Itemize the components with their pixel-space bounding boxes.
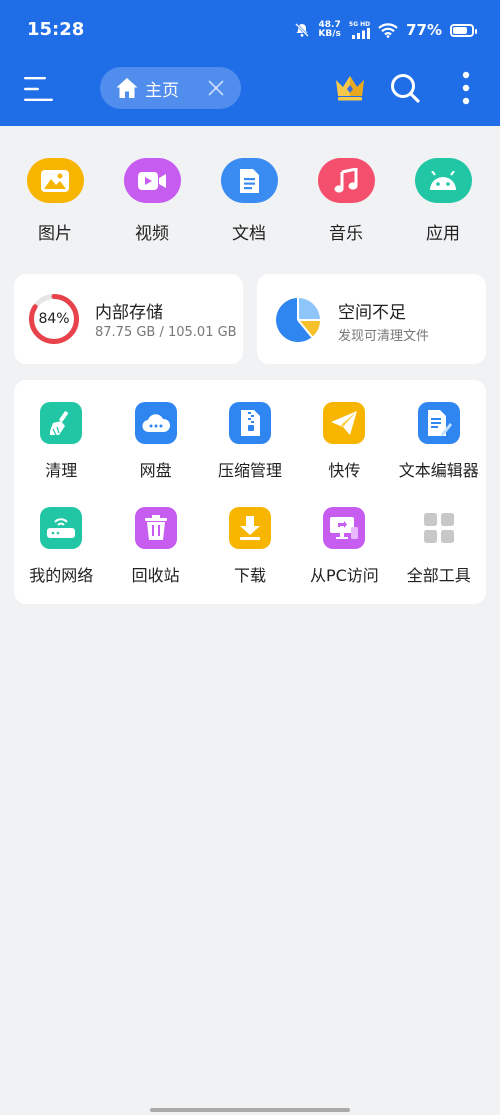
- cellular-signal: 5G HD: [349, 21, 371, 39]
- tool-icon-bg: [418, 507, 460, 549]
- tool-icon-bg: [228, 402, 271, 444]
- tool-icon-bg: [134, 507, 177, 549]
- image-icon: [41, 169, 69, 192]
- tool-icon-bg: [417, 402, 460, 444]
- category-row: 图片 视频 文档 音乐 应用: [0, 158, 500, 248]
- category-label: 应用: [426, 224, 460, 244]
- tool-cloud-drive[interactable]: 网盘: [108, 402, 202, 481]
- menu-icon[interactable]: [24, 76, 54, 102]
- tool-icon-bg: [40, 507, 83, 549]
- battery-icon: [450, 23, 477, 37]
- category-images[interactable]: 图片: [26, 158, 84, 248]
- tool-label: 下载: [233, 566, 266, 585]
- tool-my-network[interactable]: 我的网络: [14, 507, 108, 586]
- category-apps[interactable]: 应用: [414, 158, 472, 248]
- trash-icon: [144, 515, 167, 540]
- tool-icon-bg: [323, 507, 366, 549]
- tools-grid: 清理 网盘 压缩管理 快传 文本编辑器 我的网络 回收站 下载 从PC访问 全部…: [14, 402, 486, 586]
- tool-icon-bg: [134, 402, 177, 444]
- tool-pc-access[interactable]: 从PC访问: [297, 507, 391, 586]
- net-speed: 48.7 KB/s: [318, 21, 340, 39]
- low-space-card[interactable]: 空间不足 发现可清理文件: [257, 274, 486, 364]
- tool-recycle-bin[interactable]: 回收站: [108, 507, 202, 586]
- home-tab[interactable]: 主页: [100, 67, 241, 109]
- storage-title: 内部存储: [95, 303, 163, 323]
- wifi-icon: [378, 22, 398, 38]
- vip-crown-icon[interactable]: [334, 72, 366, 102]
- broom-icon: [50, 411, 69, 436]
- category-music[interactable]: 音乐: [317, 158, 375, 248]
- tool-label: 网盘: [139, 461, 172, 480]
- tool-label: 压缩管理: [217, 461, 282, 480]
- document-icon: [240, 168, 259, 193]
- paper-plane-icon: [331, 411, 358, 435]
- more-options-icon[interactable]: [455, 71, 477, 105]
- tool-icon-bg: [323, 402, 366, 444]
- tool-label: 清理: [45, 461, 78, 480]
- tool-label: 我的网络: [29, 566, 94, 585]
- tool-icon-bg: [228, 507, 271, 549]
- tool-label: 回收站: [131, 566, 180, 585]
- signal-bars-icon: [352, 27, 371, 39]
- home-icon: [116, 78, 138, 98]
- all-tools-icon: [423, 513, 454, 543]
- pc-access-icon: [330, 517, 359, 539]
- category-icon-bg: [414, 158, 472, 203]
- storage-usage: 87.75 GB / 105.01 GB: [95, 325, 237, 340]
- text-editor-icon: [427, 410, 452, 436]
- battery-percent: 77%: [406, 21, 442, 39]
- category-label: 视频: [135, 224, 169, 244]
- status-time: 15:28: [27, 19, 85, 40]
- zip-icon: [240, 410, 260, 436]
- android-icon: [430, 170, 456, 190]
- music-icon: [334, 167, 358, 193]
- tool-compression[interactable]: 压缩管理: [203, 402, 297, 481]
- tool-text-editor[interactable]: 文本编辑器: [392, 402, 486, 481]
- close-icon[interactable]: [206, 78, 226, 98]
- video-icon: [138, 171, 166, 190]
- tools-card: 清理 网盘 压缩管理 快传 文本编辑器 我的网络 回收站 下载 从PC访问 全部…: [14, 380, 486, 604]
- tool-clean[interactable]: 清理: [14, 402, 108, 481]
- tool-downloads[interactable]: 下载: [203, 507, 297, 586]
- pie-chart-icon: [276, 298, 321, 342]
- category-label: 文档: [232, 224, 266, 244]
- tool-label: 文本编辑器: [398, 461, 479, 480]
- category-icon-bg: [317, 158, 375, 203]
- cloud-icon: [142, 414, 170, 433]
- internal-storage-card[interactable]: 84% 内部存储 87.75 GB / 105.01 GB: [14, 274, 243, 364]
- search-icon[interactable]: [389, 72, 421, 104]
- category-icon-bg: [220, 158, 278, 203]
- tool-label: 从PC访问: [309, 566, 379, 585]
- status-bar: 15:28 48.7 KB/s 5G HD 77%: [0, 0, 500, 58]
- home-tab-label: 主页: [145, 80, 179, 101]
- net-speed-unit: KB/s: [318, 29, 341, 39]
- storage-percent: 84%: [38, 311, 70, 327]
- category-label: 音乐: [329, 224, 363, 244]
- tool-label: 快传: [328, 461, 361, 480]
- status-icons: 48.7 KB/s 5G HD 77%: [294, 16, 477, 44]
- category-documents[interactable]: 文档: [220, 158, 278, 248]
- download-icon: [239, 516, 260, 540]
- category-icon-bg: [26, 158, 84, 203]
- mute-bell-icon: [295, 23, 310, 37]
- space-title: 空间不足: [338, 303, 406, 323]
- app-header: 15:28 48.7 KB/s 5G HD 77% 主页: [0, 0, 500, 126]
- space-subtitle: 发现可清理文件: [338, 329, 430, 344]
- tool-label: 全部工具: [406, 566, 471, 585]
- tool-all-tools[interactable]: 全部工具: [392, 507, 486, 586]
- router-icon: [47, 518, 76, 538]
- tool-quick-transfer[interactable]: 快传: [297, 402, 391, 481]
- tool-icon-bg: [40, 402, 83, 444]
- home-indicator[interactable]: [150, 1108, 350, 1112]
- category-videos[interactable]: 视频: [123, 158, 181, 248]
- category-icon-bg: [123, 158, 181, 203]
- category-label: 图片: [38, 224, 72, 244]
